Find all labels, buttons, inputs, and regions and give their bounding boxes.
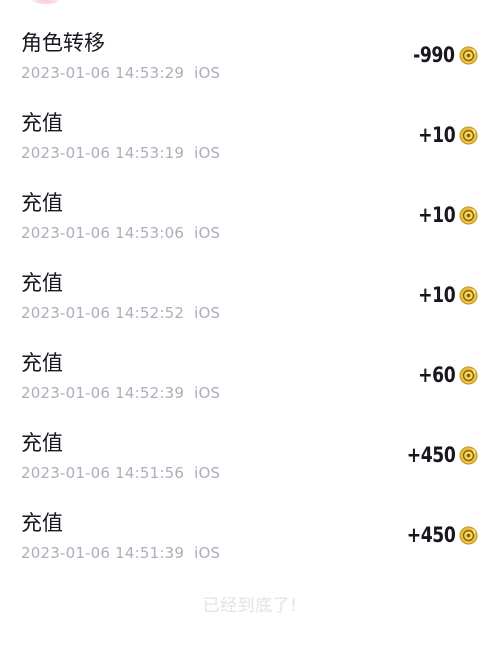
transaction-timestamp: 2023-01-06 14:51:39 [21,544,185,562]
transaction-meta: 2023-01-06 14:53:29 iOS [21,63,220,83]
coin-icon [459,445,478,465]
transaction-meta: 2023-01-06 14:53:06 iOS [21,223,220,243]
transaction-title: 充值 [21,351,63,375]
coin-icon [459,45,478,65]
transaction-list: 角色转移 2023-01-06 14:53:29 iOS -990 充值 2023… [0,0,500,575]
end-of-list-text: 已经到底了! [202,596,298,616]
transaction-amount-group: +10 [410,121,478,149]
transaction-amount-group: +60 [410,361,478,389]
transaction-platform: iOS [194,304,221,322]
transaction-amount-group: +450 [396,441,478,469]
transaction-platform: iOS [194,224,221,242]
transaction-amount-group: +10 [410,281,478,309]
transaction-amount: +60 [417,363,456,387]
transaction-meta: 2023-01-06 14:52:52 iOS [21,303,220,323]
transaction-title: 充值 [21,111,63,135]
transaction-timestamp: 2023-01-06 14:52:52 [21,304,185,322]
transaction-row[interactable]: 充值 2023-01-06 14:53:19 iOS +10 [0,95,500,175]
transaction-meta: 2023-01-06 14:51:39 iOS [21,543,220,563]
transaction-platform: iOS [194,384,221,402]
transaction-timestamp: 2023-01-06 14:53:19 [21,144,185,162]
transaction-title: 充值 [21,271,63,295]
transaction-amount: +450 [406,443,455,467]
coin-icon [459,525,478,545]
transaction-row[interactable]: 充值 2023-01-06 14:53:06 iOS +10 [0,175,500,255]
transaction-amount: +10 [417,123,456,147]
transaction-meta: 2023-01-06 14:51:56 iOS [21,463,220,483]
transaction-meta: 2023-01-06 14:52:39 iOS [21,383,220,403]
transaction-amount-group: +10 [410,201,478,229]
coin-icon [459,365,478,385]
coin-icon [459,205,478,225]
transaction-row[interactable]: 充值 2023-01-06 14:51:39 iOS +450 [0,495,500,575]
transaction-title: 充值 [21,431,63,455]
transaction-row[interactable]: 角色转移 2023-01-06 14:53:29 iOS -990 [0,15,500,95]
transaction-title: 充值 [21,191,63,215]
transaction-amount: +450 [406,523,455,547]
transaction-timestamp: 2023-01-06 14:53:06 [21,224,185,242]
transaction-amount: +10 [417,203,456,227]
transaction-row[interactable]: 充值 2023-01-06 14:51:56 iOS +450 [0,415,500,495]
transaction-platform: iOS [194,144,221,162]
transaction-title: 角色转移 [21,31,105,55]
transaction-amount-group: -990 [404,41,478,69]
transaction-amount: -990 [413,43,456,67]
coin-icon [459,125,478,145]
transaction-amount: +10 [417,283,456,307]
transaction-timestamp: 2023-01-06 14:52:39 [21,384,185,402]
transaction-meta: 2023-01-06 14:53:19 iOS [21,143,220,163]
transaction-title: 充值 [21,511,63,535]
transaction-row[interactable]: 充值 2023-01-06 14:52:52 iOS +10 [0,255,500,335]
transaction-platform: iOS [194,464,221,482]
coin-icon [459,285,478,305]
transaction-amount-group: +450 [396,521,478,549]
transaction-timestamp: 2023-01-06 14:51:56 [21,464,185,482]
transaction-row[interactable]: 充值 2023-01-06 14:52:39 iOS +60 [0,335,500,415]
transaction-platform: iOS [194,544,221,562]
transaction-timestamp: 2023-01-06 14:53:29 [21,64,185,82]
transaction-platform: iOS [194,64,221,82]
